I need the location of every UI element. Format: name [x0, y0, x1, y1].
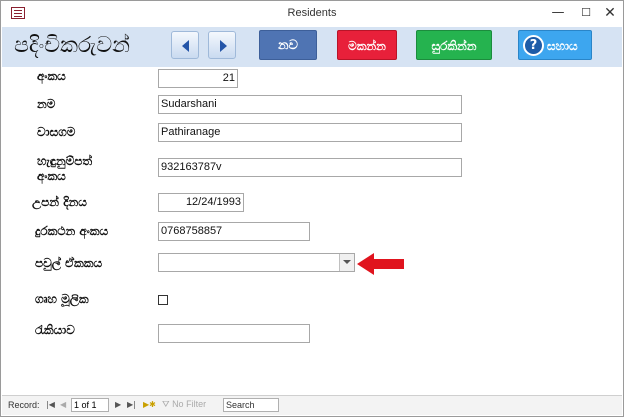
form-title: පදිංචිකරුවන්: [14, 33, 131, 58]
help-button[interactable]: ? සහාය: [518, 30, 592, 60]
help-icon: ?: [523, 35, 544, 56]
prev-record-icon[interactable]: ◀: [60, 400, 66, 409]
phone-label: දුරකථන අංකය: [35, 224, 109, 238]
next-record-button[interactable]: [208, 31, 236, 59]
surname-field[interactable]: Pathiranage: [158, 123, 462, 142]
phone-field[interactable]: 0768758857: [158, 222, 310, 241]
maximize-button[interactable]: ☐: [575, 4, 597, 22]
name-field[interactable]: Sudarshani: [158, 95, 462, 114]
record-navigation-bar: Record: |◀ ◀ 1 of 1 ▶ ▶| ▶✱ ⛛ No Filter …: [2, 395, 622, 415]
nic-field[interactable]: 932163787v: [158, 158, 462, 177]
last-record-icon[interactable]: ▶|: [127, 400, 136, 409]
id-label: අංකය: [37, 69, 66, 83]
nic-label-line1: හැඳුනුම්පත්: [37, 154, 93, 168]
dob-label: උපන් දිනය: [32, 195, 87, 209]
no-filter-label: No Filter: [172, 399, 207, 409]
arrow-left-icon: [182, 40, 189, 52]
household-head-label: ගෘහ මූලික: [35, 292, 89, 306]
new-record-button[interactable]: නව: [259, 30, 317, 60]
no-filter-indicator[interactable]: ⛛ No Filter: [162, 399, 206, 410]
window-title: Residents: [287, 7, 337, 19]
chevron-down-icon[interactable]: [339, 254, 354, 271]
help-button-label: සහාය: [547, 39, 578, 53]
arrow-right-icon: [220, 40, 227, 52]
search-input[interactable]: Search: [223, 398, 279, 412]
name-label: නම: [37, 97, 56, 111]
occupation-label: රැකියාව: [35, 323, 75, 337]
household-head-checkbox[interactable]: [158, 295, 168, 305]
form-header: පදිංචිකරුවන් නව මකන්න සුරකින්න ? සහාය: [2, 27, 622, 67]
title-bar: Residents — ☐ ✕: [1, 1, 623, 27]
nic-label-line2: අංකය: [37, 169, 66, 183]
next-record-icon[interactable]: ▶: [115, 400, 121, 409]
first-record-icon[interactable]: |◀: [46, 400, 55, 409]
minimize-button[interactable]: —: [547, 4, 569, 22]
delete-record-button[interactable]: මකන්න: [337, 30, 397, 60]
record-label: Record:: [8, 400, 40, 410]
close-button[interactable]: ✕: [599, 4, 621, 22]
surname-label: වාසගම: [37, 125, 76, 139]
access-form-window: Residents — ☐ ✕ පදිංචිකරුවන් නව මකන්න සු…: [0, 0, 624, 417]
previous-record-button[interactable]: [171, 31, 199, 59]
occupation-field[interactable]: [158, 324, 310, 343]
annotation-arrow-icon: [357, 253, 404, 275]
id-field[interactable]: 21: [158, 69, 238, 88]
new-record-icon[interactable]: ▶✱: [143, 400, 156, 409]
save-record-button[interactable]: සුරකින්න: [416, 30, 492, 60]
filter-icon: ⛛: [162, 399, 173, 409]
dob-field[interactable]: 12/24/1993: [158, 193, 244, 212]
family-unit-combobox[interactable]: [158, 253, 355, 272]
family-unit-label: පවුල් ඒකකය: [35, 256, 103, 270]
record-position-field[interactable]: 1 of 1: [71, 398, 109, 412]
